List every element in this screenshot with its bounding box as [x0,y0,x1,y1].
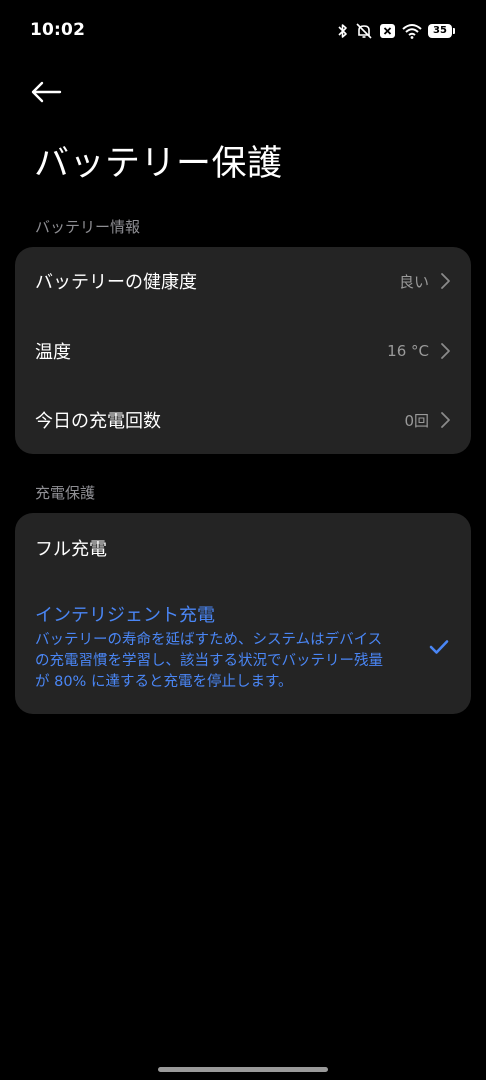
intelligent-charge-option[interactable]: インテリジェント充電 バッテリーの寿命を延ばすため、システムはデバイス の充電習… [15,589,471,707]
full-charge-label: フル充電 [35,539,107,560]
description-line: の充電習慣を学習し、該当する状況でバッテリー残量 [35,653,383,669]
chevron-right-icon [441,412,450,428]
temperature-value: 16 °C [387,342,429,360]
chevron-right-icon [441,343,450,359]
full-charge-option[interactable]: フル充電 [15,513,471,583]
no-sim-icon [380,24,395,38]
status-icons: 35 [337,20,455,42]
chevron-right-icon [441,273,450,289]
arrow-left-icon [31,81,62,103]
home-indicator[interactable] [158,1067,328,1072]
battery-icon: 35 [428,24,455,38]
temperature-label: 温度 [35,342,71,363]
battery-health-label: バッテリーの健康度 [35,272,197,293]
intelligent-charge-description: バッテリーの寿命を延ばすため、システムはデバイス の充電習慣を学習し、該当する状… [35,630,420,693]
charge-count-value: 0回 [404,411,429,430]
battery-health-value: 良い [398,272,429,291]
description-line: バッテリーの寿命を延ばすため、システムはデバイス [35,632,383,648]
bluetooth-icon [338,24,347,38]
battery-level: 35 [433,25,447,36]
wifi-icon [402,24,422,39]
checkmark-icon [429,640,449,654]
charge-count-label: 今日の充電回数 [35,411,161,432]
charge-protection-card: フル充電 インテリジェント充電 バッテリーの寿命を延ばすため、システムはデバイス… [15,513,471,714]
battery-info-card: バッテリーの健康度 良い 温度 16 °C 今日の充電回数 0回 [15,247,471,454]
intelligent-charge-label: インテリジェント充電 [35,605,215,626]
description-line: が 80% に達すると充電を停止します。 [35,674,293,690]
back-button[interactable] [30,76,70,108]
status-time: 10:02 [30,20,86,40]
charge-count-row[interactable]: 今日の充電回数 0回 [15,386,471,454]
battery-health-row[interactable]: バッテリーの健康度 良い [15,247,471,315]
section-title-battery-info: バッテリー情報 [35,218,141,236]
status-bar: 10:02 35 [0,0,486,62]
section-title-charge-protection: 充電保護 [35,484,96,502]
temperature-row[interactable]: 温度 16 °C [15,317,471,385]
mute-icon [356,23,372,39]
page-title: バッテリー保護 [34,144,283,184]
